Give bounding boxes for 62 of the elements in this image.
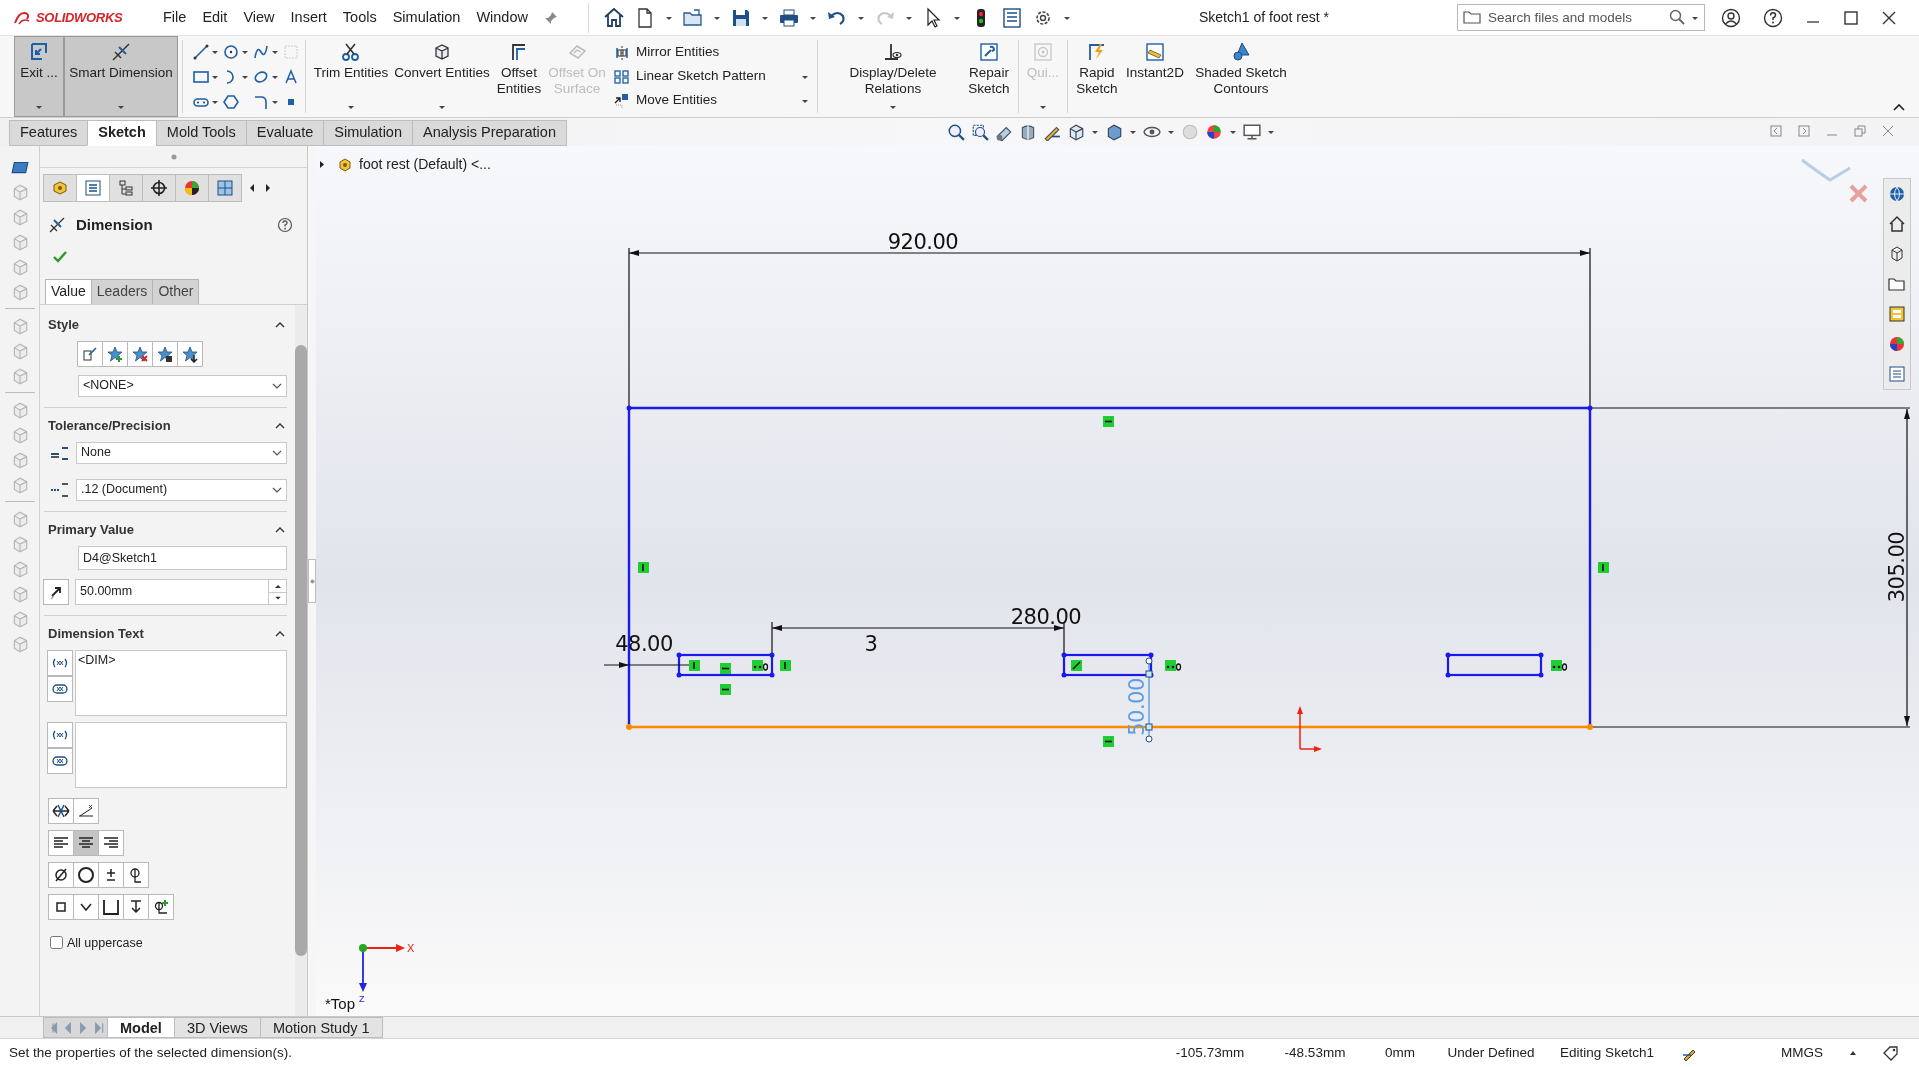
ribbon-item[interactable]: Move Entities	[636, 90, 718, 111]
ribbon-button[interactable]: Smart Dimension	[64, 36, 178, 117]
menu-item[interactable]: Window	[468, 6, 536, 29]
command-tab[interactable]: Analysis Preparation	[412, 120, 567, 146]
command-tab[interactable]: Simulation	[323, 120, 413, 146]
search-field[interactable]: Search files and models	[1457, 4, 1705, 31]
dimension-value[interactable]: 3	[864, 632, 878, 656]
menu-item[interactable]: Tools	[334, 6, 385, 29]
bottom-tab[interactable]: Motion Study 1	[259, 1017, 383, 1038]
command-tab[interactable]: Evaluate	[245, 120, 325, 146]
ribbon-button[interactable]: Repair Sketch	[964, 36, 1014, 117]
menu-item[interactable]: File	[155, 6, 195, 29]
units-selector[interactable]: MMGS	[1781, 1042, 1823, 1064]
status-text: Editing Sketch1	[1560, 1043, 1654, 1062]
section-title: Dimension Text	[48, 624, 145, 643]
dimension-text-field[interactable]: <DIM>	[75, 649, 287, 716]
dimension-value[interactable]: 920.00	[887, 230, 959, 254]
section-title: Tolerance/Precision	[48, 416, 172, 435]
value-field[interactable]: 50.00mm	[75, 578, 269, 605]
ribbon-item[interactable]: Mirror Entities	[636, 42, 720, 63]
property-tab[interactable]: Other	[152, 278, 200, 305]
tree-item[interactable]: foot rest (Default) <...	[359, 154, 491, 175]
ribbon-button[interactable]: Display/Delete Relations	[822, 36, 964, 117]
property-tab[interactable]: Leaders	[90, 278, 154, 305]
bottom-tab[interactable]: Model	[107, 1017, 175, 1038]
property-tab[interactable]: Value	[45, 278, 92, 305]
brand-name: SOLIDWORKS	[36, 8, 123, 27]
menu-item[interactable]: Edit	[194, 6, 236, 29]
panel-title: Dimension	[76, 215, 154, 235]
view-name: *Top	[325, 993, 356, 1014]
ribbon-button[interactable]: Rapid Sketch	[1072, 36, 1122, 117]
coordinate-value: 0mm	[1385, 1043, 1415, 1062]
coordinate-value: -48.53mm	[1284, 1043, 1346, 1062]
coordinate-value: -105.73mm	[1175, 1043, 1245, 1062]
command-tab[interactable]: Mold Tools	[155, 120, 247, 146]
menu-item[interactable]: Simulation	[384, 6, 469, 29]
ribbon-button[interactable]: Instant2D	[1122, 36, 1188, 117]
name-field[interactable]: D4@Sketch1	[78, 545, 287, 570]
ribbon-button[interactable]: Trim Entities	[310, 36, 392, 117]
bottom-tab[interactable]: 3D Views	[173, 1017, 261, 1038]
section-title: Primary Value	[48, 520, 135, 539]
ribbon-button[interactable]: Offset Entities	[492, 36, 546, 117]
ribbon-button[interactable]: Convert Entities	[392, 36, 492, 117]
menu-item[interactable]: View	[235, 6, 283, 29]
window-title: Sketch1 of foot rest *	[1198, 8, 1330, 27]
command-tab[interactable]: Sketch	[87, 120, 157, 146]
dimension-value[interactable]: 305.00	[1885, 531, 1909, 603]
ribbon-button[interactable]: Shaded Sketch Contours	[1188, 36, 1294, 117]
checkbox-label: All uppercase	[67, 934, 143, 952]
axis-label: X	[407, 942, 415, 954]
dropdown-field[interactable]: None	[76, 441, 287, 464]
ribbon-button[interactable]: Exit ...	[14, 36, 64, 117]
axis-label: Z	[359, 994, 365, 1004]
ribbon-item[interactable]: Linear Sketch Pattern	[636, 66, 766, 87]
section-title: Style	[48, 315, 81, 334]
dropdown-field[interactable]: .12 (Document)	[76, 478, 287, 501]
status-message: Set the properties of the selected dimension(s).	[9, 1043, 293, 1062]
command-tab[interactable]: Features	[9, 120, 89, 146]
dropdown-field[interactable]: <NONE>	[78, 374, 287, 397]
menu-item[interactable]: Insert	[282, 6, 335, 29]
status-text: Under Defined	[1447, 1043, 1535, 1062]
dimension-value[interactable]: 280.00	[1010, 605, 1082, 629]
